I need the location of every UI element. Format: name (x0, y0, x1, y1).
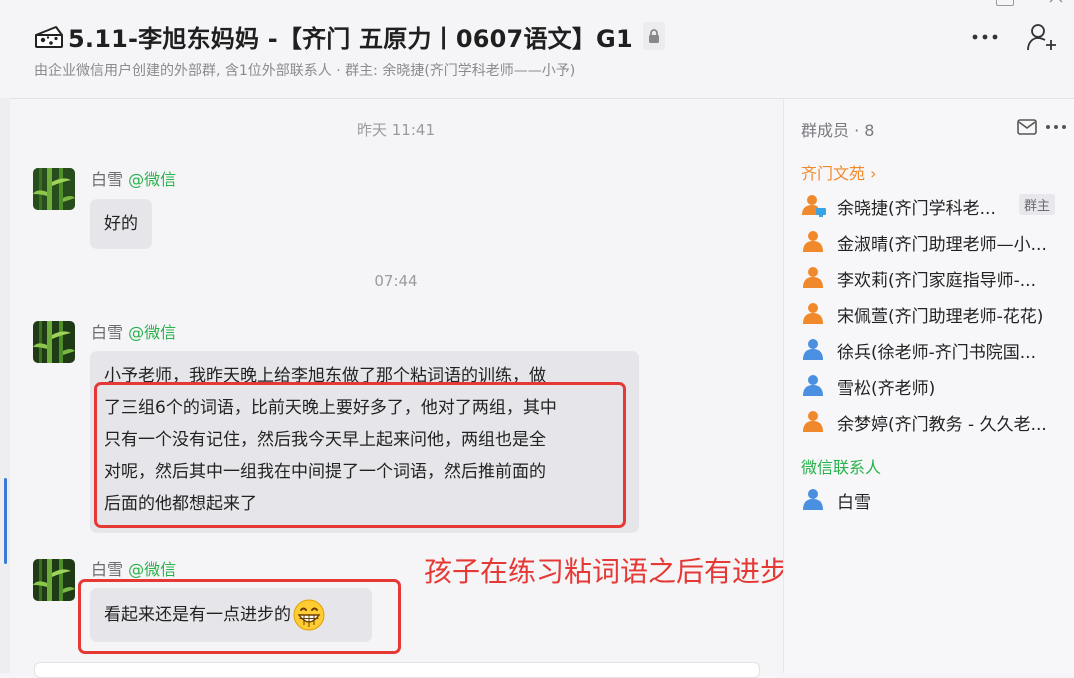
group-cheese-icon (35, 26, 63, 48)
member-item[interactable]: 余梦婷(齐门教务 - 久久老... (801, 408, 1071, 436)
person-icon (803, 267, 823, 288)
title-row: 5.11-李旭东妈妈 -【齐门 五原力丨0607语文】G1 (34, 18, 665, 54)
member-name: 李欢莉(齐门家庭指导师-... (837, 270, 1036, 291)
owner-badge: 群主 (1018, 194, 1055, 215)
selection-indicator (4, 478, 7, 564)
mail-icon[interactable] (1016, 117, 1038, 137)
person-icon (803, 375, 823, 396)
bamboo-avatar-icon (33, 321, 75, 363)
sender-name: 白雪 @微信 (91, 556, 176, 580)
add-member-button[interactable] (1024, 20, 1060, 54)
highlight-box (94, 382, 626, 528)
member-item[interactable]: 宋佩萱(齐门助理老师-花花) (801, 300, 1071, 328)
member-name: 雪松(齐老师) (837, 378, 936, 399)
member-count: 群成员 · 8 (801, 121, 875, 140)
admin-person-icon (802, 195, 826, 217)
member-name: 余晓捷(齐门学科老... (837, 198, 996, 219)
avatar[interactable] (33, 321, 75, 363)
more-options-button[interactable] (968, 20, 1002, 54)
more-horizontal-icon[interactable] (1044, 117, 1068, 137)
person-icon (803, 303, 823, 324)
timestamp: 07:44 (374, 272, 418, 290)
chat-subtitle: 由企业微信用户创建的外部群, 含1位外部联系人 · 群主: 余晓捷(齐门学科老师… (34, 63, 576, 79)
member-name: 金淑晴(齐门助理老师—小... (837, 234, 1047, 255)
bamboo-avatar-icon (33, 559, 75, 601)
wechat-source-tag: @微信 (128, 323, 177, 342)
add-user-icon (1027, 24, 1056, 51)
member-item[interactable]: 雪松(齐老师) (801, 372, 1071, 400)
avatar[interactable] (33, 168, 75, 210)
sender-label: 白雪 (91, 323, 124, 342)
wechat-source-tag: @微信 (128, 560, 177, 579)
wechat-source-tag: @微信 (128, 170, 177, 189)
sender-label: 白雪 (91, 170, 124, 189)
person-icon (803, 339, 823, 360)
more-horizontal-icon (972, 34, 998, 40)
member-name: 徐兵(徐老师-齐门书院国... (837, 342, 1036, 363)
person-icon (803, 489, 823, 510)
member-name: 白雪 (837, 492, 871, 513)
chat-header: 5.11-李旭东妈妈 -【齐门 五原力丨0607语文】G1 由企业微信用户创建的… (0, 0, 1074, 99)
lock-icon (642, 22, 665, 50)
member-item[interactable]: 李欢莉(齐门家庭指导师-... (801, 264, 1071, 292)
wechat-contacts-section: 微信联系人 (801, 458, 882, 477)
sender-name: 白雪 @微信 (91, 166, 176, 190)
member-item[interactable]: 白雪 (801, 486, 1071, 514)
avatar[interactable] (33, 559, 75, 601)
person-icon (803, 411, 823, 432)
close-window-icon[interactable] (1048, 0, 1064, 4)
chat-title: 5.11-李旭东妈妈 -【齐门 五原力丨0607语文】G1 (68, 24, 633, 53)
sender-name: 白雪 @微信 (91, 319, 176, 343)
timestamp: 昨天 11:41 (357, 121, 435, 139)
restore-window-icon[interactable] (996, 0, 1014, 6)
person-icon (803, 231, 823, 252)
member-name: 余梦婷(齐门教务 - 久久老... (837, 414, 1047, 435)
sender-label: 白雪 (91, 560, 124, 579)
member-sidebar: 群成员 · 8 齐门文苑 › 余晓捷(齐门学科老... 群主 金淑晴(齐门助理老… (783, 99, 1074, 673)
member-name: 宋佩萱(齐门助理老师-花花) (837, 306, 1044, 327)
highlight-box (78, 579, 401, 654)
company-section-link[interactable]: 齐门文苑 › (801, 160, 877, 184)
member-item[interactable]: 徐兵(徐老师-齐门书院国... (801, 336, 1071, 364)
member-item[interactable]: 余晓捷(齐门学科老... 群主 (801, 192, 1071, 220)
annotation-text: 孩子在练习粘词语之后有进步 (424, 555, 789, 588)
message-input-edge[interactable] (34, 662, 760, 678)
message-bubble[interactable]: 好的 (90, 199, 152, 249)
bamboo-avatar-icon (33, 168, 75, 210)
member-item[interactable]: 金淑晴(齐门助理老师—小... (801, 228, 1071, 256)
